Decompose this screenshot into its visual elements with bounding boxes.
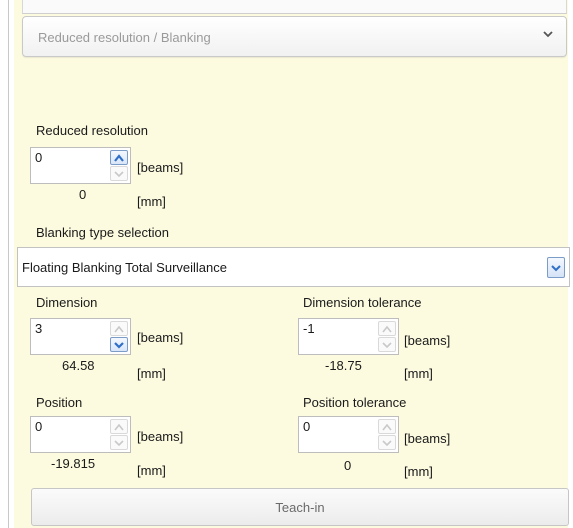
- position-unit-mm: [mm]: [137, 463, 166, 478]
- reduced-resolution-unit-mm: [mm]: [137, 194, 166, 209]
- arrow-down-icon: [382, 440, 392, 447]
- position-tolerance-unit-mm: [mm]: [404, 464, 433, 479]
- dimension-increment-button[interactable]: [110, 321, 128, 336]
- position-value[interactable]: 0: [35, 419, 42, 434]
- dimension-tolerance-value[interactable]: -1: [303, 321, 315, 336]
- blanking-type-dropdown-button[interactable]: [547, 257, 565, 278]
- arrow-down-icon: [114, 440, 124, 447]
- position-stepper[interactable]: 0: [30, 416, 131, 453]
- arrow-up-icon: [382, 325, 392, 333]
- section-title: Reduced resolution / Blanking: [38, 30, 211, 45]
- dimension-tolerance-stepper[interactable]: -1: [298, 318, 399, 355]
- reduced-resolution-label: Reduced resolution: [36, 123, 149, 138]
- position-tolerance-label: Position tolerance: [303, 395, 407, 410]
- dimension-tolerance-unit-mm: [mm]: [404, 366, 433, 381]
- blanking-type-label: Blanking type selection: [36, 225, 169, 240]
- dimension-unit-beams: [beams]: [137, 330, 184, 345]
- arrow-down-icon: [382, 342, 392, 349]
- reduced-resolution-mm-value: 0: [79, 187, 87, 202]
- dimension-label: Dimension: [36, 295, 98, 310]
- dimension-tolerance-increment-button[interactable]: [378, 321, 396, 336]
- chevron-down-icon: [543, 31, 553, 38]
- section-header-reduced-resolution-blanking[interactable]: Reduced resolution / Blanking: [22, 16, 567, 57]
- reduced-resolution-value[interactable]: 0: [35, 150, 42, 165]
- position-tolerance-mm-value: 0: [344, 458, 352, 473]
- position-tolerance-value[interactable]: 0: [303, 419, 310, 434]
- dimension-tolerance-label: Dimension tolerance: [303, 295, 422, 310]
- previous-section-edge: [22, 0, 567, 14]
- arrow-up-icon: [382, 423, 392, 431]
- dimension-tolerance-decrement-button[interactable]: [378, 337, 396, 352]
- arrow-up-icon: [114, 154, 124, 162]
- dimension-value[interactable]: 3: [35, 321, 42, 336]
- dimension-unit-mm: [mm]: [137, 366, 166, 381]
- arrow-up-icon: [114, 325, 124, 333]
- position-label: Position: [36, 395, 83, 410]
- position-decrement-button[interactable]: [110, 435, 128, 450]
- position-increment-button[interactable]: [110, 419, 128, 434]
- chevron-down-icon: [551, 265, 561, 272]
- arrow-down-icon: [114, 171, 124, 178]
- outer-border-line: [8, 0, 9, 528]
- teach-in-button[interactable]: Teach-in: [31, 488, 569, 526]
- position-mm-value: -19.815: [51, 456, 96, 471]
- dimension-mm-value: 64.58: [62, 358, 95, 373]
- dimension-decrement-button[interactable]: [110, 337, 128, 352]
- dimension-tolerance-mm-value: -18.75: [325, 358, 362, 373]
- dimension-tolerance-unit-beams: [beams]: [404, 333, 451, 348]
- teach-in-label: Teach-in: [275, 500, 325, 515]
- reduced-resolution-stepper[interactable]: 0: [30, 147, 131, 184]
- position-unit-beams: [beams]: [137, 429, 184, 444]
- reduced-resolution-decrement-button[interactable]: [110, 166, 128, 181]
- blanking-type-selected-value: Floating Blanking Total Surveillance: [22, 260, 227, 275]
- dimension-stepper[interactable]: 3: [30, 318, 131, 355]
- position-tolerance-increment-button[interactable]: [378, 419, 396, 434]
- position-tolerance-unit-beams: [beams]: [404, 431, 451, 446]
- arrow-down-icon: [114, 342, 124, 349]
- reduced-resolution-increment-button[interactable]: [110, 150, 128, 165]
- position-tolerance-decrement-button[interactable]: [378, 435, 396, 450]
- position-tolerance-stepper[interactable]: 0: [298, 416, 399, 453]
- reduced-resolution-unit-beams: [beams]: [137, 160, 184, 175]
- blanking-type-select[interactable]: Floating Blanking Total Surveillance: [17, 247, 570, 287]
- arrow-up-icon: [114, 423, 124, 431]
